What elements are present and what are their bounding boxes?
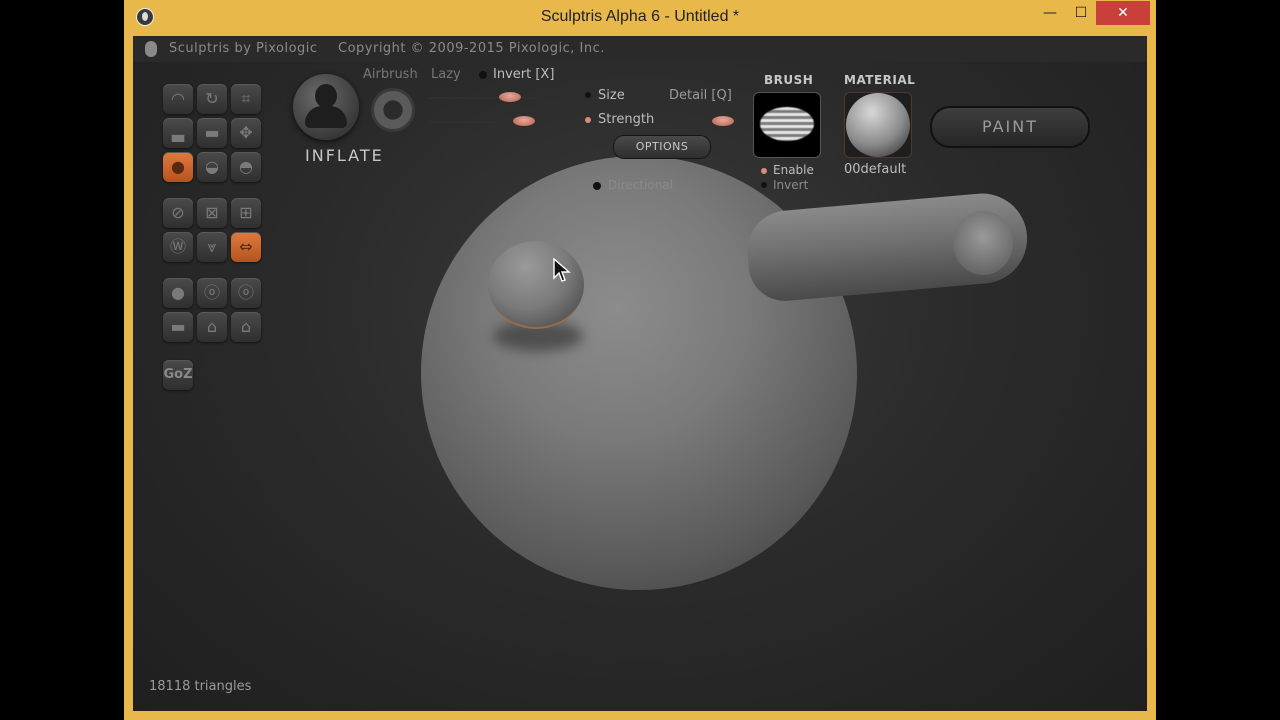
tool-crease[interactable]: ◒ [197,152,227,182]
minimize-button[interactable]: — [1036,0,1064,26]
flatten-icon: ▃ [171,123,185,142]
tool-save[interactable]: ⌂ [231,312,261,342]
tool-open[interactable]: ⌂ [197,312,227,342]
new-plane-icon: ▬ [170,317,186,336]
reduce-brush-icon: ⩔ [207,237,217,256]
inflate-icon: ● [171,157,185,176]
lazy-toggle[interactable]: Lazy [431,67,461,82]
tool-reduce-brush[interactable]: ⩔ [197,232,227,262]
tool-new-plane[interactable]: ▬ [163,312,193,342]
tool-grab[interactable]: ✥ [231,118,261,148]
material-panel-title: MATERIAL [844,73,916,87]
window-title: Sculptris Alpha 6 - Untitled * [540,8,740,25]
model-arm-tip[interactable] [953,211,1013,275]
directional-label: Directional [608,178,673,192]
directional-radio[interactable] [593,182,601,190]
export-obj-icon: ⓞ [237,283,254,302]
header-strip: Sculptris by Pixologic Copyright © 2009-… [133,36,1147,62]
smooth-icon: ◓ [239,157,253,176]
tool-wireframe[interactable]: Ⓦ [163,232,193,262]
triangle-count: 18118 triangles [149,679,252,694]
app-window: Sculptris Alpha 6 - Untitled * — ☐ ✕ Scu… [124,0,1156,720]
brush-alpha-thumbnail[interactable] [753,92,821,158]
airbrush-ring-icon[interactable] [371,88,415,132]
size-radio[interactable] [585,92,591,98]
import-obj-icon: ⓞ [203,283,220,302]
tool-flatten[interactable]: ▃ [163,118,193,148]
viewport[interactable]: Sculptris by Pixologic Copyright © 2009-… [133,36,1147,711]
tool-draw[interactable]: ◠ [163,84,193,114]
app-name-label: Sculptris by Pixologic [169,41,318,56]
brush-name-label: INFLATE [305,146,384,165]
brush-panel-title: BRUSH [764,73,814,87]
subdivide-icon: ⊞ [239,203,253,222]
enable-radio[interactable] [761,168,767,174]
tool-mirror[interactable]: ⇔ [231,232,261,262]
draw-icon: ◠ [171,89,185,108]
size-label: Size [598,88,625,103]
brush-alpha-preview [760,107,814,141]
invert-label: Invert [X] [493,67,555,82]
size-slider-track[interactable] [429,97,539,99]
tool-subdivide[interactable]: ⊞ [231,198,261,228]
mouse-cursor-icon [553,258,571,282]
invert-radio[interactable] [479,71,487,79]
size-slider-knob[interactable] [499,92,521,102]
tool-new-sphere[interactable]: ● [163,278,193,308]
tool-export-obj[interactable]: ⓞ [231,278,261,308]
tool-reduce[interactable]: ⊠ [197,198,227,228]
crease-icon: ◒ [205,157,219,176]
grab-icon: ✥ [239,123,253,142]
tool-symmetry[interactable]: ⊘ [163,198,193,228]
save-icon: ⌂ [240,317,252,336]
detail-slider-knob[interactable] [712,116,734,126]
airbrush-toggle[interactable]: Airbrush [363,67,418,82]
tool-pinch[interactable]: ▬ [197,118,227,148]
copyright-label: Copyright © 2009-2015 Pixologic, Inc. [338,41,605,56]
tool-crop[interactable]: ⌗ [231,84,261,114]
tool-import-obj[interactable]: ⓞ [197,278,227,308]
tool-rotate[interactable]: ↻ [197,84,227,114]
strength-label: Strength [598,112,655,127]
strength-slider-knob[interactable] [513,116,535,126]
enable-label: Enable [773,163,814,177]
reduce-icon: ⊠ [205,203,219,222]
symmetry-icon: ⊘ [171,203,185,222]
brush-avatar-icon[interactable] [293,74,359,140]
brush-invert-label: Invert [773,178,809,192]
avatar-head [315,84,337,108]
material-sphere-preview [846,93,910,157]
rotate-icon: ↻ [205,89,219,108]
pinch-icon: ▬ [204,123,220,142]
material-name-label: 00default [844,162,907,177]
tool-inflate[interactable]: ● [163,152,193,182]
options-button[interactable]: OPTIONS [613,135,711,159]
new-sphere-icon: ● [171,283,185,302]
paint-button[interactable]: PAINT [930,106,1090,148]
title-bar: Sculptris Alpha 6 - Untitled * — ☐ ✕ [124,0,1156,35]
mirror-icon: ⇔ [239,237,253,256]
pixologic-logo-icon [145,41,157,57]
strength-radio[interactable] [585,117,591,123]
tool-smooth[interactable]: ◓ [231,152,261,182]
maximize-button[interactable]: ☐ [1067,0,1095,26]
crop-icon: ⌗ [241,89,251,108]
brush-invert-radio[interactable] [761,182,767,188]
goz-button[interactable]: GoZ [163,360,193,390]
close-button[interactable]: ✕ [1096,1,1150,25]
wireframe-icon: Ⓦ [169,237,186,256]
open-icon: ⌂ [206,317,218,336]
avatar-shoulders [305,106,347,128]
material-thumbnail[interactable] [844,92,912,158]
detail-label[interactable]: Detail [Q] [669,88,732,103]
model-bump[interactable] [488,241,584,329]
